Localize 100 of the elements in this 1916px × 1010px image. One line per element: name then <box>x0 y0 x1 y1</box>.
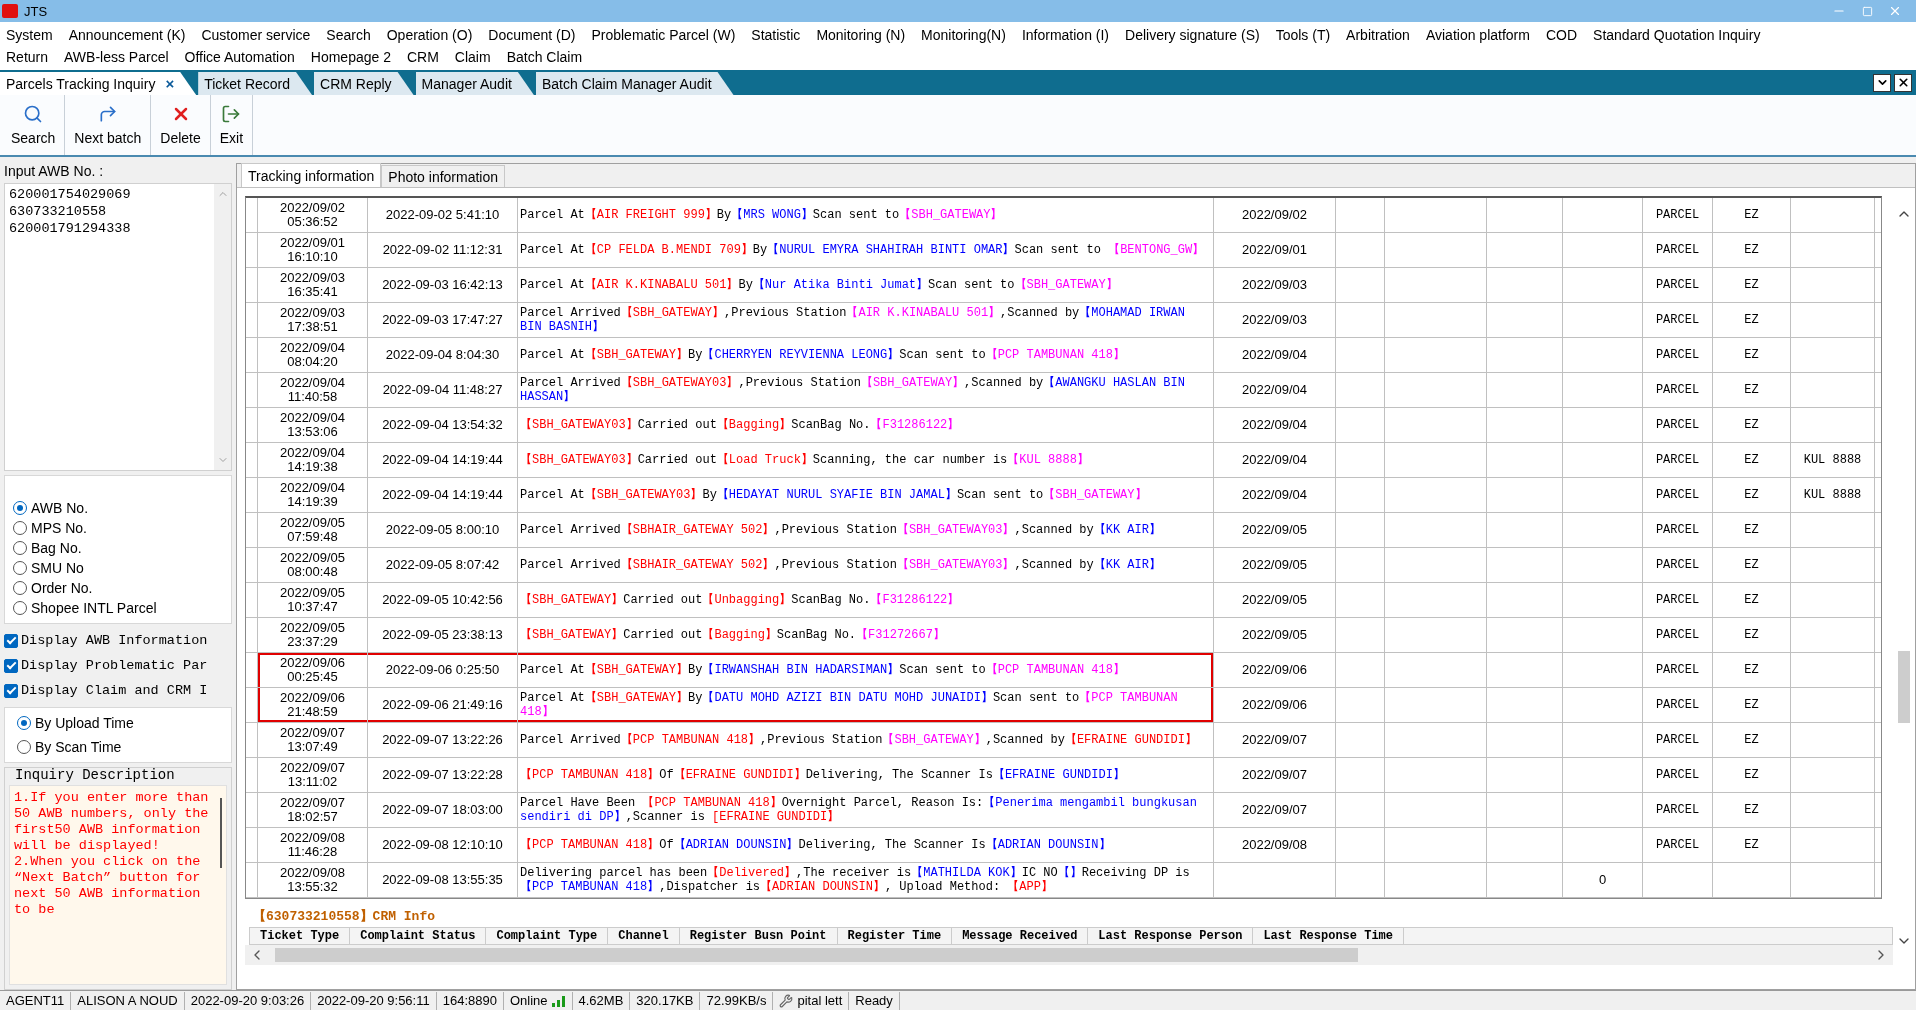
table-cell: PARCEL <box>1643 478 1713 512</box>
table-cell: 2022-09-06 21:49:16 <box>368 688 518 722</box>
table-cell: 2022/09/07 18:02:57 <box>258 793 368 827</box>
checkbox[interactable] <box>4 658 18 673</box>
toolbar-button[interactable]: Search <box>2 95 66 155</box>
scroll-thumb[interactable] <box>220 798 222 868</box>
radio-option[interactable]: MPS No. <box>13 518 223 537</box>
radio-option[interactable]: By Upload Time <box>17 712 219 734</box>
document-tab[interactable]: Batch Claim Manager Audit <box>535 72 734 95</box>
document-tab[interactable]: CRM Reply <box>314 72 414 95</box>
checkbox-label[interactable]: Display AWB Information <box>21 633 208 648</box>
checkbox-label[interactable]: Display Problematic Par <box>21 658 208 673</box>
scroll-thumb[interactable] <box>275 948 1358 962</box>
field-label: Input AWB No. : <box>4 163 105 179</box>
table-cell: 2022-09-02 11:12:31 <box>368 233 518 267</box>
table-cell: PARCEL <box>1643 688 1713 722</box>
table-cell: 【SBH_GATEWAY03】Carried out【Bagging】ScanBag No.【F31286122】 <box>518 408 1214 442</box>
checkbox[interactable] <box>4 633 18 648</box>
table-cell: EZ <box>1713 758 1791 792</box>
radio-option[interactable]: Bag No. <box>13 538 223 557</box>
menu-item[interactable]: Return <box>4 49 57 65</box>
menu-item[interactable]: Batch Claim <box>498 49 591 65</box>
menu-item[interactable]: Statistic <box>743 27 809 43</box>
radio-option[interactable]: SMU No <box>13 558 223 577</box>
table-cell: Parcel At【SBH_GATEWAY】By【IRWANSHAH BIN HADARSIMAN】Scan sent to【PCP TAMBUNAN 418】 <box>518 653 1214 687</box>
table-cell: 【PCP TAMBUNAN 418】Of【EFRAINE GUNDIDI】Delivering, The Scanner Is【EFRAINE GUNDIDI】 <box>518 758 1214 792</box>
table-cell: 2022/09/05 10:37:47 <box>258 583 368 617</box>
menu-item[interactable]: Operation (O) <box>378 27 481 43</box>
table-cell: PARCEL <box>1643 303 1713 337</box>
table-cell: EZ <box>1713 373 1791 407</box>
radio-option[interactable]: By Scan Time <box>17 736 219 758</box>
table-cell: EZ <box>1713 548 1791 582</box>
table-cell: 2022/09/04 14:19:39 <box>258 478 368 512</box>
document-tab[interactable]: Parcels Tracking Inquiry × <box>0 72 197 95</box>
table-cell: 2022/09/04 <box>1214 338 1336 372</box>
table-cell: 2022/09/03 <box>1214 303 1336 337</box>
radio-option[interactable]: Shopee INTL Parcel <box>13 598 223 617</box>
instruction-text: 1.If you enter more than 50 AWB numbers, only the first50 AWB information will be displayed! <box>14 790 210 854</box>
dropdown-icon[interactable] <box>1873 73 1891 92</box>
menu-item[interactable]: AWB-less Parcel <box>56 49 177 65</box>
table-cell: EZ <box>1713 793 1791 827</box>
panel-tab[interactable]: Photo information <box>381 165 506 187</box>
table-cell: PARCEL <box>1643 513 1713 547</box>
document-tab[interactable]: Manager Audit <box>415 72 534 95</box>
table-cell: 2022/09/05 08:00:48 <box>258 548 368 582</box>
window-title: JTS <box>24 3 49 19</box>
table-cell: 2022/09/05 <box>1214 583 1336 617</box>
close-icon[interactable] <box>1894 73 1912 92</box>
column-header: Register Time <box>837 928 953 944</box>
radio-option[interactable]: Order No. <box>13 578 223 597</box>
menu-item[interactable]: Standard Quotation Inquiry <box>1585 27 1769 43</box>
table-cell: EZ <box>1713 653 1791 687</box>
table-cell: 2022/09/04 <box>1214 408 1336 442</box>
menu-item[interactable]: Claim <box>446 49 499 65</box>
menu-item[interactable]: Arbitration <box>1338 27 1418 43</box>
tab-close-button[interactable]: × <box>165 75 175 92</box>
radio-option[interactable]: AWB No. <box>13 498 223 517</box>
checkbox[interactable] <box>4 683 18 698</box>
table-cell: 2022/09/04 <box>1214 443 1336 477</box>
table-cell: 2022-09-04 14:19:44 <box>368 478 518 512</box>
menu-item[interactable]: CRM <box>398 49 447 65</box>
menu-item[interactable]: Problematic Parcel (W) <box>583 27 744 43</box>
table-cell: 2022-09-08 12:10:10 <box>368 828 518 862</box>
toolbar-button[interactable]: Delete <box>151 95 211 155</box>
menu-item[interactable]: Customer service <box>193 27 319 43</box>
panel-tab[interactable]: Tracking information <box>241 163 382 187</box>
menu-item[interactable]: Tools (T) <box>1267 27 1339 43</box>
checkbox-label[interactable]: Display Claim and CRM I <box>21 683 208 698</box>
table-cell: EZ <box>1713 723 1791 757</box>
table-cell: 2022/09/06 <box>1214 653 1336 687</box>
scroll-thumb[interactable] <box>1898 651 1910 723</box>
column-header: Complaint Type <box>486 928 609 944</box>
status-text: AGENT11 <box>0 991 72 1010</box>
table-cell: 2022/09/01 <box>1214 233 1336 267</box>
menu-item[interactable]: Office Automation <box>176 49 303 65</box>
toolbar-button[interactable]: Next batch <box>65 95 152 155</box>
document-tab[interactable]: Ticket Record <box>198 72 312 95</box>
menu-item[interactable]: Aviation platform <box>1417 27 1538 43</box>
menu-item[interactable]: Information (I) <box>1013 27 1118 43</box>
menu-item[interactable]: Homepage 2 <box>302 49 399 65</box>
menu-item[interactable]: Delivery signature (S) <box>1117 27 1268 43</box>
table-cell: EZ <box>1713 338 1791 372</box>
table-cell: 2022/09/01 16:10:10 <box>258 233 368 267</box>
table-cell: PARCEL <box>1643 338 1713 372</box>
menu-item[interactable]: Monitoring (N) <box>808 27 914 43</box>
app-logo-icon <box>2 4 18 18</box>
table-cell: 2022/09/03 17:38:51 <box>258 303 368 337</box>
menu-item[interactable]: Monitoring(N) <box>913 27 1014 43</box>
menu-item[interactable]: Search <box>318 27 379 43</box>
menu-item[interactable]: COD <box>1537 27 1586 43</box>
toolbar-button[interactable]: Exit <box>210 95 254 155</box>
menu-item[interactable]: Announcement (K) <box>60 27 194 43</box>
table-cell: EZ <box>1713 233 1791 267</box>
table-cell: 2022/09/07 <box>1214 758 1336 792</box>
menu-item[interactable]: System <box>4 27 61 43</box>
menu-item[interactable]: Document (D) <box>480 27 584 43</box>
table-cell: KUL 8888 <box>1791 478 1875 512</box>
table-cell: 2022/09/07 <box>1214 723 1336 757</box>
status-text: 164:8890 <box>436 991 504 1010</box>
table-cell: 2022/09/06 21:48:59 <box>258 688 368 722</box>
